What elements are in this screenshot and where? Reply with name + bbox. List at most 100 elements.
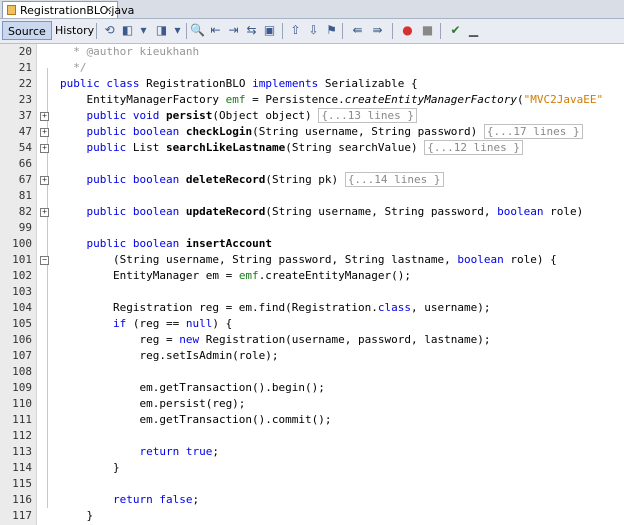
editor-tab-bar: RegistrationBLO.java × <box>0 0 624 19</box>
code-line[interactable]: 103 <box>0 284 624 300</box>
code-line[interactable]: 112 <box>0 428 624 444</box>
find-selection-icon[interactable]: ⇆ <box>244 23 259 38</box>
code-line[interactable]: 102 EntityManager em = emf.createEntityM… <box>0 268 624 284</box>
code-line[interactable]: 66 <box>0 156 624 172</box>
line-number: 115 <box>12 477 32 490</box>
code-line[interactable]: 107 reg.setIsAdmin(role); <box>0 348 624 364</box>
code-line[interactable]: 117 } <box>0 508 624 524</box>
line-number: 104 <box>12 301 32 314</box>
code-line[interactable]: 109 em.getTransaction().begin(); <box>0 380 624 396</box>
shift-right-icon[interactable]: ⇛ <box>370 23 385 38</box>
line-number: 102 <box>12 269 32 282</box>
previous-bookmark-icon[interactable]: ⇧ <box>288 23 303 38</box>
code-line[interactable]: 23 EntityManagerFactory emf = Persistenc… <box>0 92 624 108</box>
code-line[interactable]: 115 <box>0 476 624 492</box>
code-text: (String username, String password, Strin… <box>60 253 557 266</box>
code-line[interactable]: 111 em.getTransaction().commit(); <box>0 412 624 428</box>
find-previous-icon[interactable]: ⇤ <box>208 23 223 38</box>
diff-icon[interactable]: ▁ <box>466 23 481 38</box>
line-number: 116 <box>12 493 32 506</box>
collapse-fold-icon[interactable]: − <box>40 256 49 265</box>
code-text: reg.setIsAdmin(role); <box>60 349 279 362</box>
code-line[interactable]: 105 if (reg == null) { <box>0 316 624 332</box>
line-number: 100 <box>12 237 32 250</box>
code-line[interactable]: 47 + public boolean checkLogin(String use… <box>0 124 624 140</box>
code-line[interactable]: 108 <box>0 364 624 380</box>
code-text: public boolean checkLogin(String usernam… <box>60 124 583 140</box>
expand-fold-icon[interactable]: + <box>40 128 49 137</box>
toolbar-separator <box>186 23 187 39</box>
code-text: public boolean deleteRecord(String pk) {… <box>60 172 444 188</box>
code-line[interactable]: 100 public boolean insertAccount <box>0 236 624 252</box>
code-line[interactable]: 22 public class RegistrationBLO implement… <box>0 76 624 92</box>
highlight-icon[interactable]: ▣ <box>262 23 277 38</box>
run-tests-icon[interactable]: ✔ <box>448 23 463 38</box>
line-number: 106 <box>12 333 32 346</box>
code-line[interactable]: 37 + public void persist(Object object) {… <box>0 108 624 124</box>
code-text: } <box>60 509 94 522</box>
back-dropdown-icon[interactable]: ▾ <box>136 23 151 38</box>
code-line[interactable]: 20 * @author kieukhanh <box>0 44 624 60</box>
forward-dropdown-icon[interactable]: ▾ <box>170 23 185 38</box>
toolbar-separator <box>342 23 343 39</box>
code-line[interactable]: 116 return false; <box>0 492 624 508</box>
forward-icon[interactable]: ◨ <box>154 23 169 38</box>
file-tab-label: RegistrationBLO.java <box>20 4 135 17</box>
stop-macro-icon[interactable]: ■ <box>420 23 435 38</box>
expand-fold-icon[interactable]: + <box>40 176 49 185</box>
expand-fold-icon[interactable]: + <box>40 208 49 217</box>
line-number: 112 <box>12 429 32 442</box>
close-tab-icon[interactable]: × <box>104 2 113 17</box>
find-next-icon[interactable]: ⇥ <box>226 23 241 38</box>
code-line[interactable]: 104 Registration reg = em.find(Registrat… <box>0 300 624 316</box>
last-edit-icon[interactable]: ⟲ <box>102 23 117 38</box>
line-number: 23 <box>18 93 32 106</box>
toggle-bookmark-icon[interactable]: ⚑ <box>324 23 339 38</box>
editor-toolbar: Source History ⟲ ◧ ▾ ◨ ▾ 🔍 ⇤ ⇥ ⇆ ▣ ⇧ ⇩ ⚑… <box>0 19 624 44</box>
code-text: } <box>60 461 120 474</box>
code-text: return false; <box>112 493 200 506</box>
line-number: 103 <box>12 285 32 298</box>
code-line[interactable]: 101− (String username, String password, … <box>0 252 624 268</box>
line-number: 108 <box>12 365 32 378</box>
find-icon[interactable]: 🔍 <box>190 23 205 38</box>
line-number: 22 <box>18 77 32 90</box>
expand-fold-icon[interactable]: + <box>40 144 49 153</box>
line-number: 37 <box>18 109 32 122</box>
line-number: 20 <box>18 45 32 58</box>
toolbar-separator <box>96 23 97 39</box>
expand-fold-icon[interactable]: + <box>40 112 49 121</box>
source-view-button[interactable]: Source <box>2 21 52 40</box>
code-editor[interactable]: 20 * @author kieukhanh 21 */22 public clas… <box>0 44 624 525</box>
code-text: EntityManager em = emf.createEntityManag… <box>60 269 412 282</box>
code-text: */ <box>73 61 87 74</box>
line-number: 82 <box>18 205 32 218</box>
line-number: 47 <box>18 125 32 138</box>
toolbar-separator <box>282 23 283 39</box>
next-bookmark-icon[interactable]: ⇩ <box>306 23 321 38</box>
line-number: 105 <box>12 317 32 330</box>
code-line[interactable]: 54 + public List searchLikeLastname(Strin… <box>0 140 624 156</box>
code-line[interactable]: 21 */ <box>0 60 624 76</box>
code-line[interactable]: 110 em.persist(reg); <box>0 396 624 412</box>
code-line[interactable]: 67 + public boolean deleteRecord(String p… <box>0 172 624 188</box>
history-view-button[interactable]: History <box>50 21 99 40</box>
line-number: 81 <box>18 189 32 202</box>
line-number: 21 <box>18 61 32 74</box>
code-line[interactable]: 113 return true; <box>0 444 624 460</box>
code-text: EntityManagerFactory emf = Persistence.c… <box>60 93 604 106</box>
shift-left-icon[interactable]: ⇚ <box>350 23 365 38</box>
code-text: public class RegistrationBLO implements … <box>60 77 418 90</box>
code-line[interactable]: 114 } <box>0 460 624 476</box>
line-number: 107 <box>12 349 32 362</box>
code-line[interactable]: 82 + public boolean updateRecord(String u… <box>0 204 624 220</box>
code-line[interactable]: 81 <box>0 188 624 204</box>
code-line[interactable]: 106 reg = new Registration(username, pas… <box>0 332 624 348</box>
line-number: 54 <box>18 141 32 154</box>
code-line[interactable]: 99 <box>0 220 624 236</box>
file-tab[interactable]: RegistrationBLO.java × <box>2 1 134 18</box>
line-number: 66 <box>18 157 32 170</box>
start-macro-icon[interactable]: ● <box>400 23 415 38</box>
back-icon[interactable]: ◧ <box>120 23 135 38</box>
code-text: public List searchLikeLastname(String se… <box>60 140 524 156</box>
